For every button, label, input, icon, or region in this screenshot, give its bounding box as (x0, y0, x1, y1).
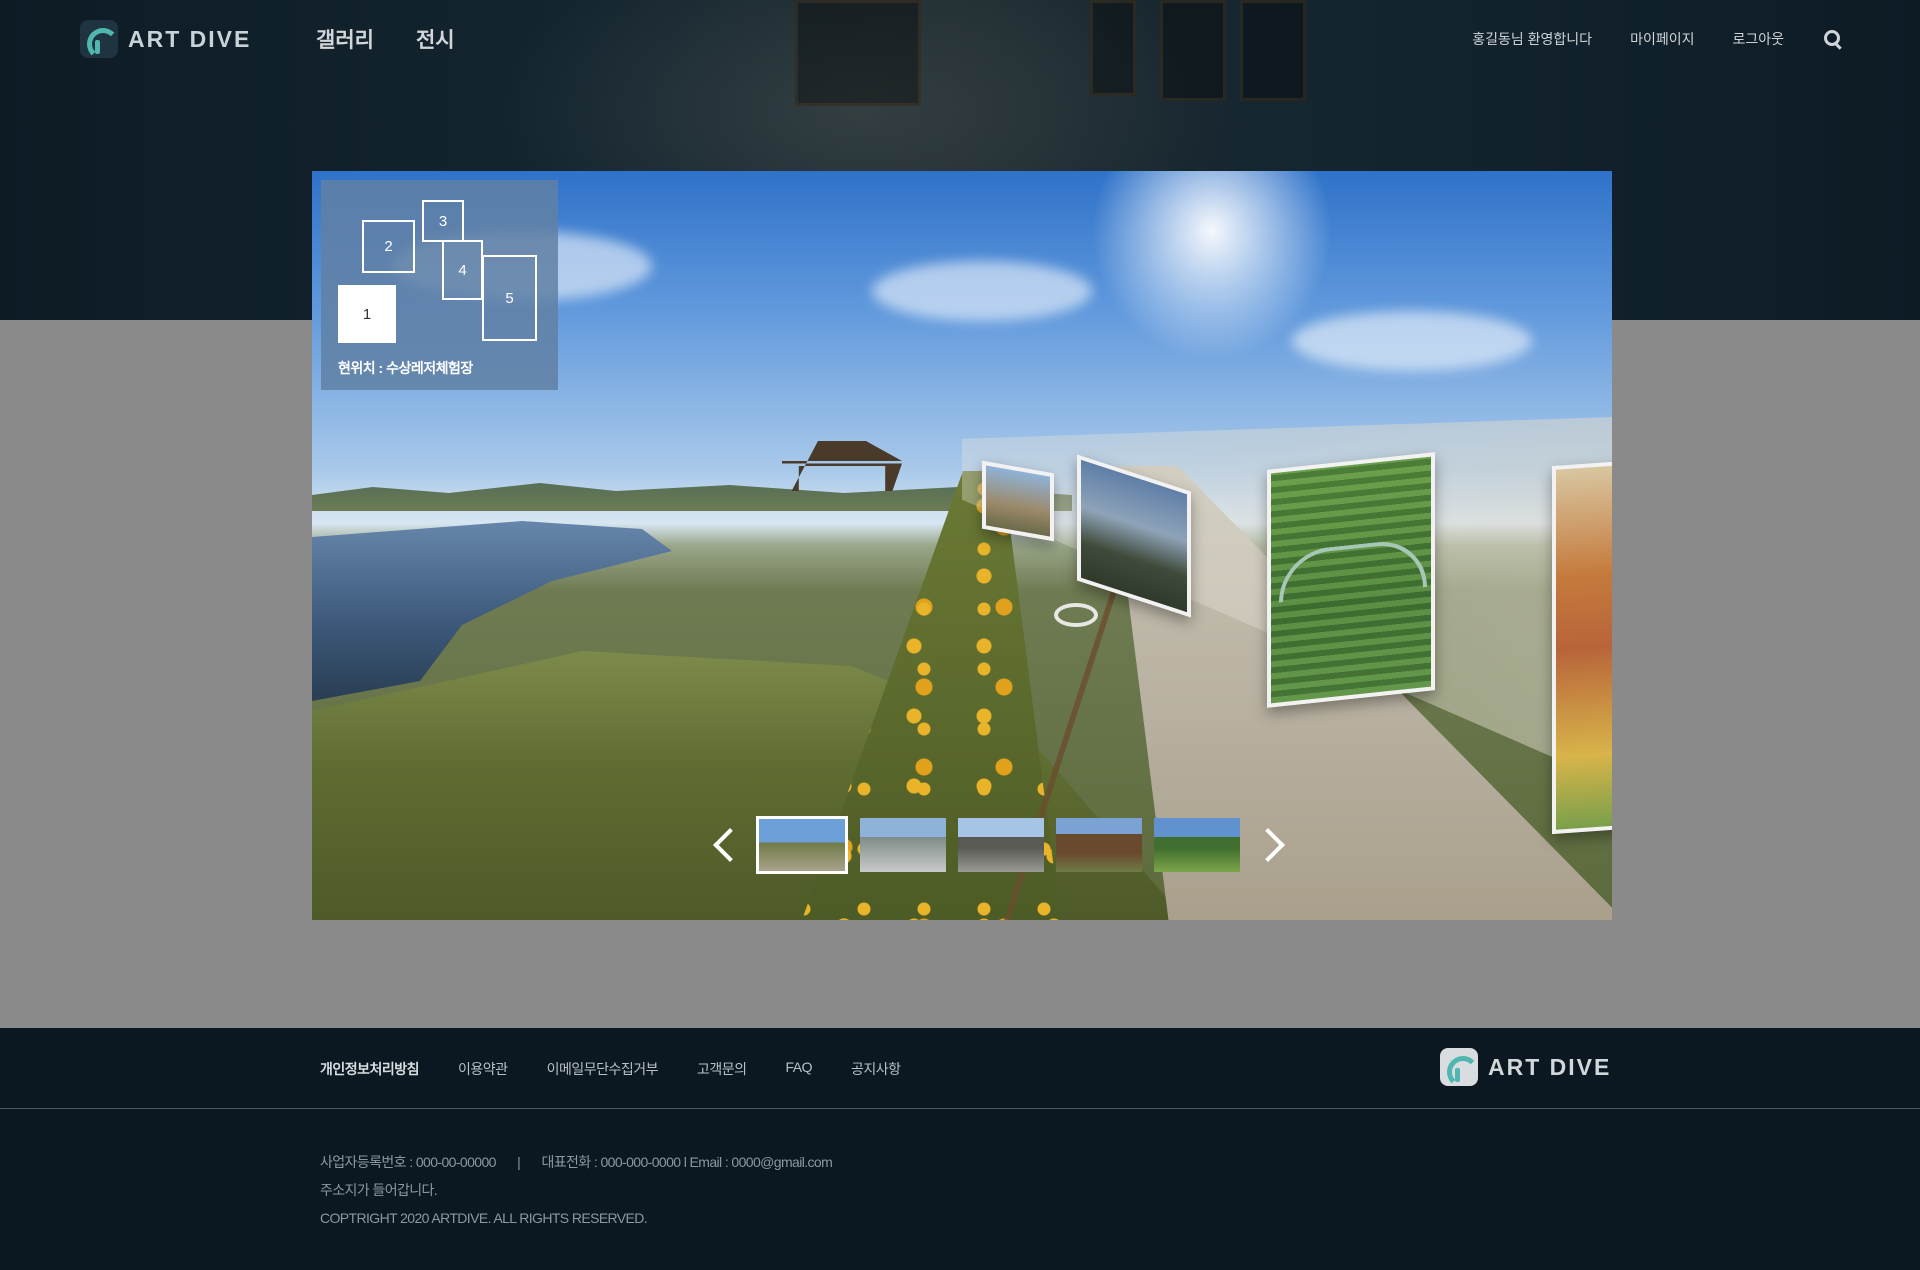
brand-logo-icon (80, 20, 118, 58)
logout-link[interactable]: 로그아웃 (1732, 29, 1784, 49)
scene-thumbnail-3[interactable] (958, 818, 1044, 872)
footer-links: 개인정보처리방침 이용약관 이메일무단수집거부 고객문의 FAQ 공지사항 (320, 1059, 901, 1079)
footer-link-terms[interactable]: 이용약관 (458, 1059, 508, 1079)
minimap-room-3[interactable]: 3 (422, 200, 464, 242)
cloud (1292, 311, 1532, 371)
current-location: 현위치 : 수상레저체험장 (338, 360, 473, 376)
company-info: 사업자등록번호 : 000-00-00000 | 대표전화 : 000-000-… (320, 1148, 833, 1232)
blurred-frame (795, 0, 921, 106)
footer-link-email-refusal[interactable]: 이메일무단수집거부 (547, 1059, 659, 1079)
footer-link-notice[interactable]: 공지사항 (851, 1059, 901, 1079)
scene-thumbnail-strip (704, 816, 1292, 874)
minimap-room-1[interactable]: 1 (338, 285, 396, 343)
minimap-room-4[interactable]: 4 (442, 240, 483, 300)
blurred-frame (1240, 0, 1306, 101)
footer: 개인정보처리방침 이용약관 이메일무단수집거부 고객문의 FAQ 공지사항 AR… (0, 1028, 1920, 1270)
artwork-4[interactable] (1552, 459, 1612, 835)
brand-name: ART DIVE (128, 25, 252, 52)
footer-brand-name: ART DIVE (1488, 1053, 1612, 1080)
brand-logo-icon (1440, 1048, 1478, 1086)
footer-link-privacy[interactable]: 개인정보처리방침 (320, 1059, 420, 1079)
mypage-link[interactable]: 마이페이지 (1630, 29, 1694, 49)
artwork-3[interactable] (1267, 452, 1435, 708)
floor-minimap: 2 3 4 5 1 현위치 : 수상레저체험장 (321, 180, 558, 390)
scene-thumbnail-1[interactable] (756, 816, 848, 874)
footer-divider (0, 1108, 1920, 1109)
move-hotspot[interactable] (1054, 603, 1098, 627)
info-separator: | (517, 1154, 521, 1170)
scene-thumbnail-5[interactable] (1154, 818, 1240, 872)
copyright: COPTRIGHT 2020 ARTDIVE. ALL RIGHTS RESER… (320, 1210, 648, 1226)
panorama-viewer[interactable]: 2 3 4 5 1 현위치 : 수상레저체험장 (312, 171, 1612, 920)
footer-link-faq[interactable]: FAQ (786, 1059, 813, 1079)
chevron-right-icon[interactable] (1252, 817, 1292, 873)
header-logo[interactable]: ART DIVE (80, 20, 251, 58)
utility-nav: 홍길동님 환영합니다 마이페이지 로그아웃 (1472, 28, 1844, 50)
chevron-left-icon[interactable] (704, 817, 744, 873)
email-address: l Email : 0000@gmail.com (683, 1154, 833, 1170)
gazebo (782, 441, 902, 491)
bridge-motif (1279, 537, 1427, 603)
minimap-room-5[interactable]: 5 (482, 255, 537, 341)
nav-gallery[interactable]: 갤러리 (316, 24, 374, 54)
scene-thumbnail-2[interactable] (860, 818, 946, 872)
blurred-frame (1160, 0, 1226, 101)
business-number: 사업자등록번호 : 000-00-00000 (320, 1154, 496, 1170)
footer-logo[interactable]: ART DIVE (1440, 1048, 1611, 1086)
minimap-room-2[interactable]: 2 (362, 220, 415, 273)
nav-exhibition[interactable]: 전시 (416, 24, 455, 54)
address: 주소지가 들어갑니다. (320, 1182, 438, 1198)
blurred-frame (1090, 0, 1136, 96)
search-icon[interactable] (1822, 28, 1844, 50)
artwork-1[interactable] (982, 460, 1054, 542)
cloud (872, 261, 1092, 321)
user-greeting: 홍길동님 환영합니다 (1472, 31, 1593, 47)
scene-thumbnail-4[interactable] (1056, 818, 1142, 872)
phone-number: 대표전화 : 000-000-0000 (541, 1154, 681, 1170)
footer-link-contact[interactable]: 고객문의 (697, 1059, 747, 1079)
main-nav: 갤러리 전시 (316, 24, 455, 54)
